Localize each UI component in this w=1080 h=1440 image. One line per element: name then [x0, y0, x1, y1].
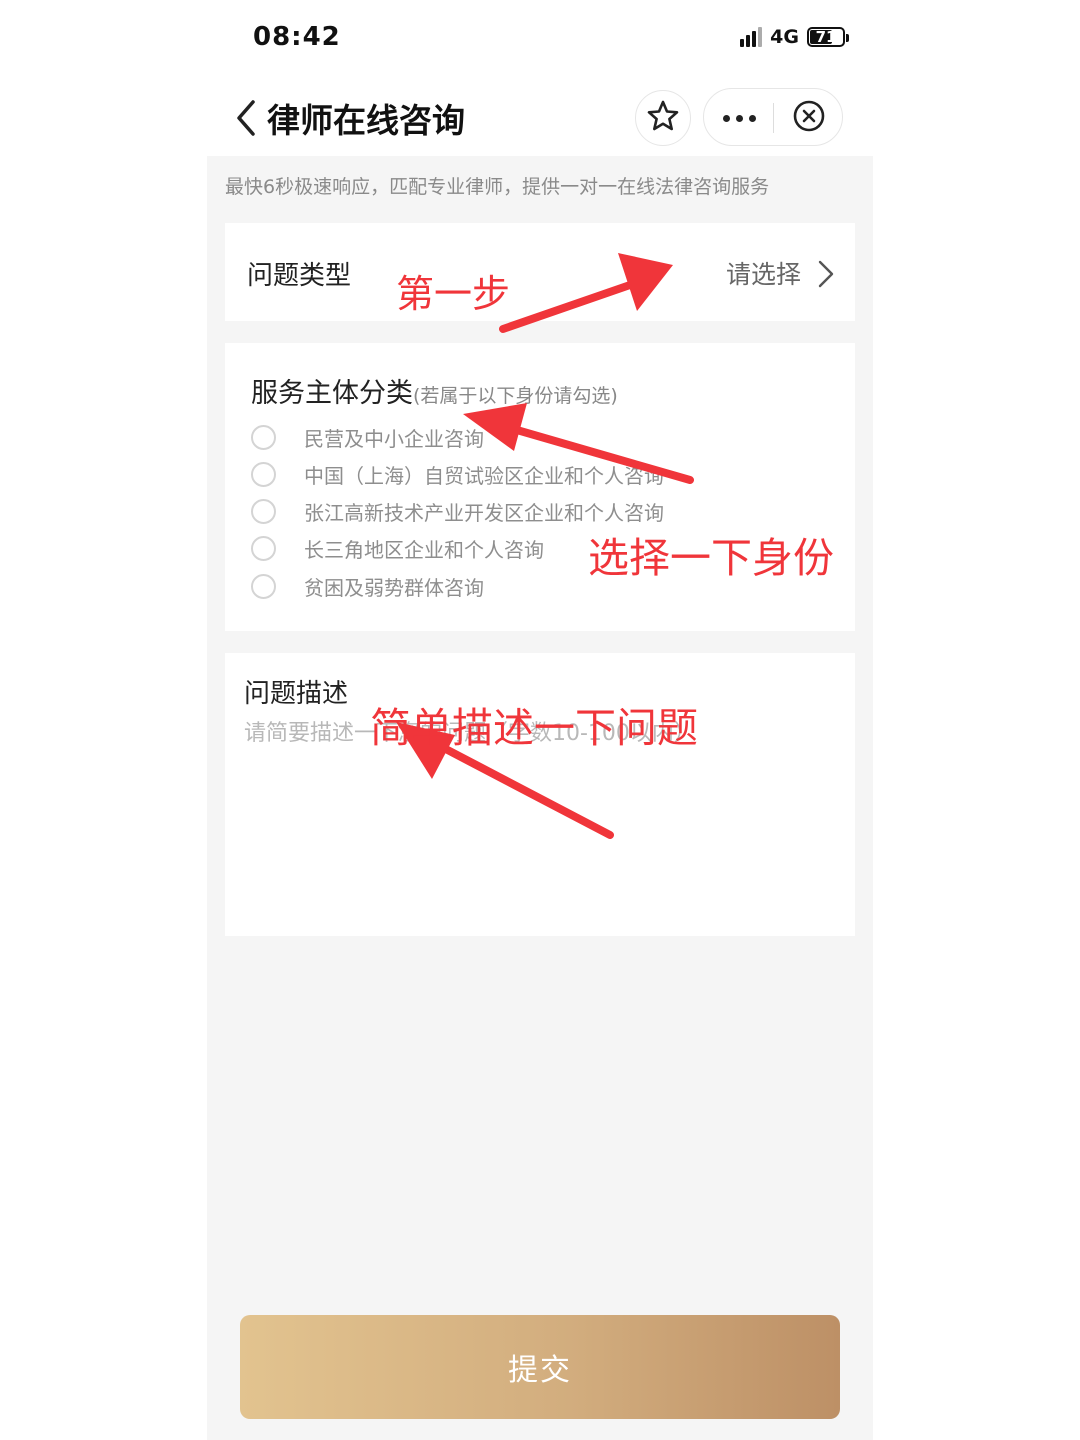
subject-option[interactable]: 民营及中小企业咨询 [251, 422, 484, 452]
form-area: 最快6秒极速响应，匹配专业律师，提供一对一在线法律咨询服务 问题类型 请选择 服… [207, 156, 873, 1440]
subject-option-label: 中国（上海）自贸试验区企业和个人咨询 [304, 463, 664, 488]
page-title: 律师在线咨询 [267, 101, 465, 140]
status-time: 08:42 [253, 22, 341, 52]
subject-option-label: 贫困及弱势群体咨询 [304, 575, 484, 600]
annotation-step-3: 简单描述一下问题 [370, 704, 698, 752]
battery-level: 71 [815, 28, 837, 46]
radio-button[interactable] [251, 461, 276, 487]
status-bar: 08:42 4G 71 [207, 0, 873, 80]
annotation-step-2: 选择一下身份 [588, 534, 834, 582]
radio-button[interactable] [251, 535, 276, 561]
subject-option[interactable]: 贫困及弱势群体咨询 [251, 571, 484, 601]
chevron-right-icon [817, 259, 835, 289]
service-subject-card: 服务主体分类(若属于以下身份请勾选) 民营及中小企业咨询 中国（上海）自贸试验区… [225, 343, 855, 631]
star-icon [646, 99, 680, 137]
annotation-step-1: 第一步 [396, 272, 511, 316]
close-circle-icon [792, 99, 826, 137]
status-indicators: 4G 71 [740, 26, 849, 48]
page: 08:42 4G 71 律师在线咨询 最快6秒极速响应，匹配专业律师，提供一对一… [0, 0, 1080, 1440]
radio-button[interactable] [251, 573, 276, 599]
question-type-value[interactable]: 请选择 [726, 255, 801, 291]
nav-bar: 律师在线咨询 [207, 80, 873, 156]
service-subject-hint: (若属于以下身份请勾选) [413, 385, 618, 407]
subject-option[interactable]: 中国（上海）自贸试验区企业和个人咨询 [251, 459, 664, 489]
service-subject-heading: 服务主体分类 [251, 378, 413, 409]
chevron-left-icon[interactable] [231, 98, 261, 138]
subject-option[interactable]: 长三角地区企业和个人咨询 [251, 533, 544, 563]
network-label: 4G [770, 26, 799, 48]
favorite-button[interactable] [635, 90, 691, 146]
battery-icon: 71 [807, 27, 849, 47]
radio-button[interactable] [251, 424, 276, 450]
submit-button[interactable]: 提交 [240, 1315, 840, 1419]
subject-option-label: 长三角地区企业和个人咨询 [304, 537, 544, 562]
more-button[interactable] [704, 89, 774, 147]
signal-icon [740, 27, 763, 47]
service-banner: 最快6秒极速响应，匹配专业律师，提供一对一在线法律咨询服务 [225, 176, 770, 198]
subject-option[interactable]: 张江高新技术产业开发区企业和个人咨询 [251, 496, 664, 526]
description-label: 问题描述 [244, 679, 349, 709]
subject-option-label: 民营及中小企业咨询 [304, 426, 484, 451]
close-button[interactable] [774, 89, 844, 147]
service-subject-title: 服务主体分类(若属于以下身份请勾选) [251, 371, 618, 410]
capsule-menu [703, 88, 843, 146]
radio-button[interactable] [251, 498, 276, 524]
subject-option-label: 张江高新技术产业开发区企业和个人咨询 [304, 500, 664, 525]
question-type-row[interactable]: 问题类型 请选择 [225, 223, 855, 321]
question-type-label: 问题类型 [247, 261, 352, 291]
